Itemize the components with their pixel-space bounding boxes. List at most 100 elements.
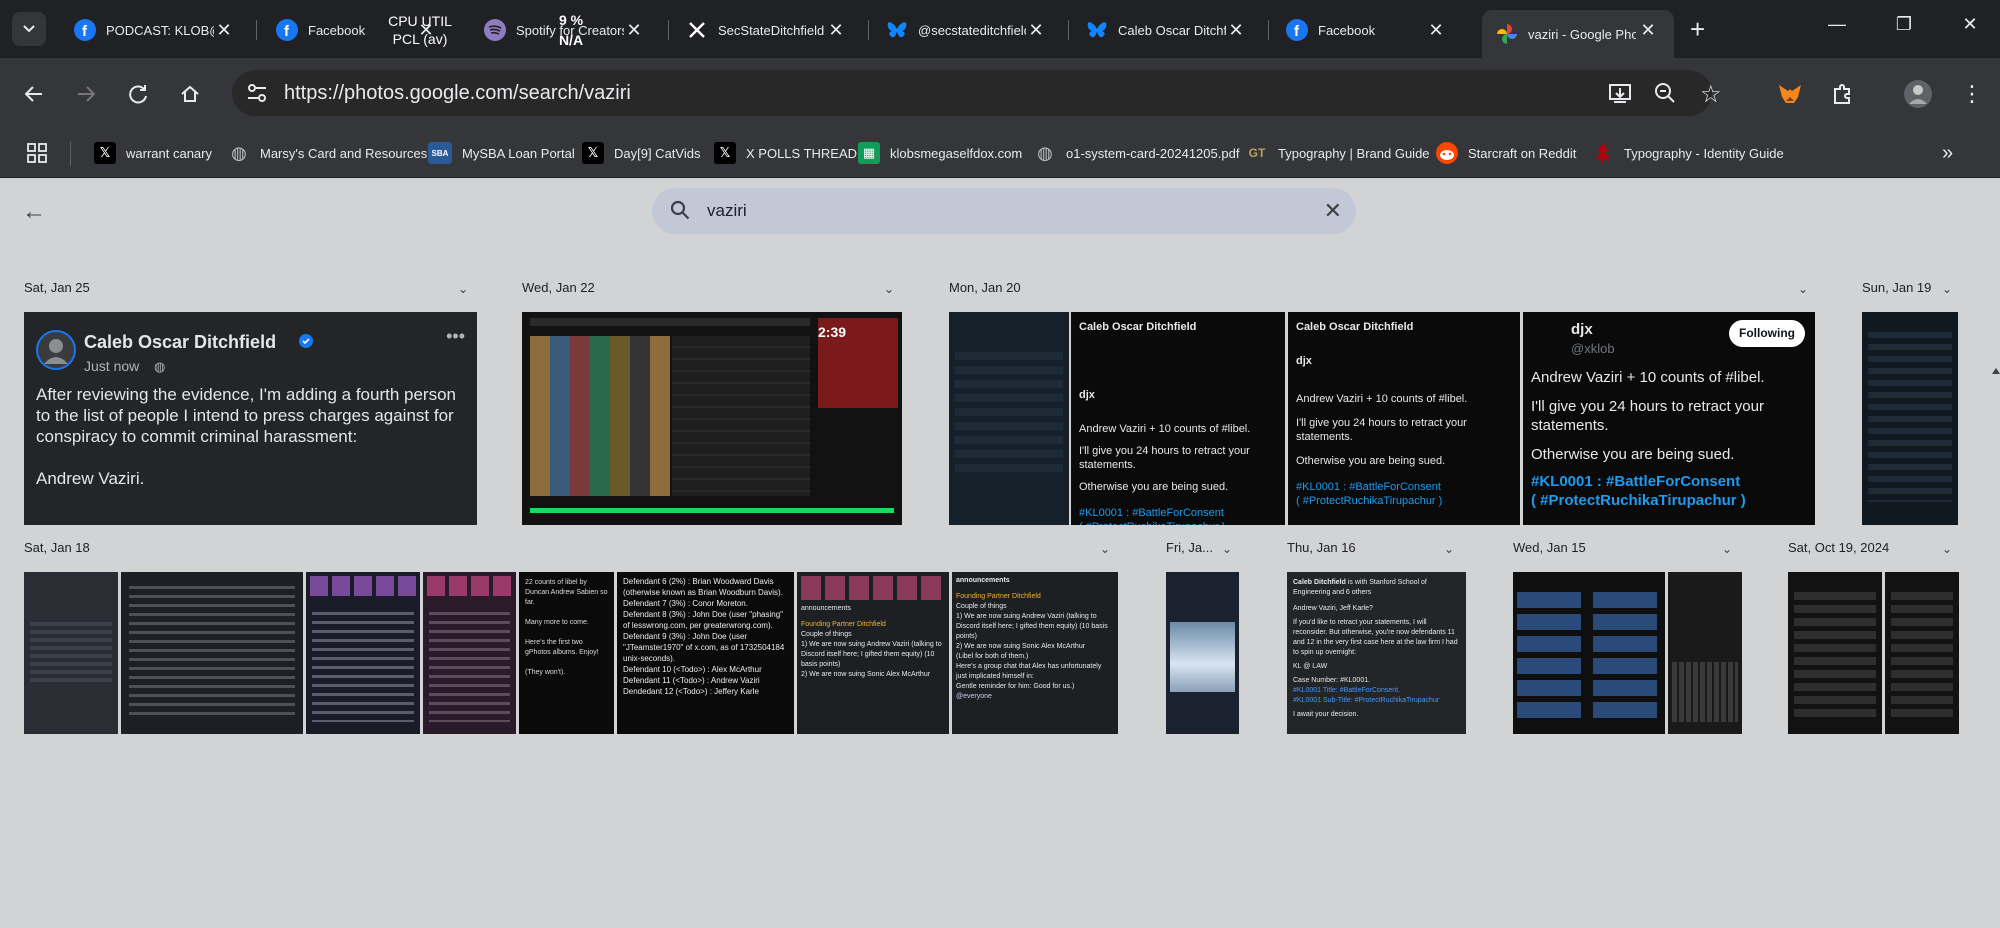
photo-phone-tweet[interactable]: [949, 312, 1069, 525]
photo-phone-screenshot[interactable]: [1862, 312, 1958, 525]
photo-libel-counts[interactable]: 22 counts of libel by Duncan Andrew Sabi…: [519, 572, 614, 734]
close-icon[interactable]: ✕: [824, 18, 848, 42]
tweet-line: I'll give you 24 hours to retract your s…: [1079, 445, 1250, 471]
photo-chat-log[interactable]: [121, 572, 303, 734]
close-icon[interactable]: ✕: [1424, 18, 1448, 42]
bookmark-typography-brand[interactable]: GT Typography | Brand Guide: [1246, 141, 1430, 165]
chevron-down-icon[interactable]: ⌄: [1222, 542, 1232, 556]
photo-facebook-defendants[interactable]: Caleb Ditchfield is with Stanford School…: [1287, 572, 1466, 734]
apps-grid-icon[interactable]: [26, 141, 48, 165]
tab-bluesky-caleb[interactable]: Caleb Oscar Ditchfield ✕: [1072, 10, 1262, 50]
google-sheets-icon: ▦: [858, 142, 880, 164]
close-icon[interactable]: ✕: [212, 18, 236, 42]
url-text: https://photos.google.com/search/vaziri: [284, 82, 631, 104]
following-button: Following: [1729, 320, 1805, 347]
zoom-icon[interactable]: [1654, 82, 1676, 109]
close-icon[interactable]: ✕: [1024, 18, 1048, 42]
chevron-down-icon[interactable]: ⌄: [1798, 282, 1808, 296]
photo-discord-purple[interactable]: [423, 572, 516, 734]
tab-title: PODCAST: KLOB@: [106, 22, 214, 38]
navigation-toolbar: https://photos.google.com/search/vaziri …: [0, 58, 2000, 128]
bookmark-day9[interactable]: 𝕏 Day[9] CatVids: [582, 141, 700, 165]
defendant-line: Defendant 10 (<Todo>) : Alex McArthur: [623, 665, 762, 674]
photo-discord-announce-2[interactable]: announcements Founding Partner Ditchfiel…: [952, 572, 1118, 734]
chevron-down-icon[interactable]: ⌄: [1444, 542, 1454, 556]
photo-screenshot-dim[interactable]: [24, 572, 118, 734]
bookmark-warrant-canary[interactable]: 𝕏warrant canary: [94, 141, 212, 165]
decor-lines: [312, 612, 414, 722]
x-logo-icon: 𝕏: [714, 142, 736, 164]
bluesky-butterfly-icon: [1086, 19, 1108, 41]
bookmark-typography-identity[interactable]: Typography - Identity Guide: [1592, 141, 1784, 165]
install-app-icon[interactable]: [1608, 82, 1632, 109]
tab-google-photos[interactable]: vaziri - Google Photos ✕: [1482, 10, 1674, 58]
photo-youtube-videos[interactable]: [1513, 572, 1665, 734]
restore-icon[interactable]: ❐: [1884, 14, 1924, 35]
chevron-down-icon[interactable]: ⌄: [1100, 542, 1110, 556]
photo-facebook-post[interactable]: Caleb Oscar Ditchfield ••• Just now ◍ Af…: [24, 312, 477, 525]
page-scrollbar[interactable]: [1990, 368, 2000, 928]
bookmark-o1-system-card[interactable]: ◍ o1-system-card-20241205.pdf: [1034, 141, 1239, 165]
chevron-double-right-icon[interactable]: »: [1942, 141, 1953, 165]
tab-podcast[interactable]: f PODCAST: KLOB@ ✕: [60, 10, 250, 50]
chevron-down-icon[interactable]: ⌄: [1942, 282, 1952, 296]
photo-discord-dark[interactable]: [306, 572, 420, 734]
tab-title: Caleb Oscar Ditchfield: [1118, 22, 1226, 38]
tweet-user: djx: [1296, 355, 1312, 367]
more-menu-icon[interactable]: ⋮: [1954, 76, 1990, 112]
tab-x-secstate[interactable]: SecStateDitchfield ✕: [672, 10, 862, 50]
photo-contacts-list[interactable]: [1788, 572, 1882, 734]
date-header: Sun, Jan 19: [1862, 280, 1932, 295]
photos-search-box[interactable]: vaziri ✕: [652, 188, 1356, 234]
post-body: After reviewing the evidence, I'm adding…: [36, 384, 466, 489]
photo-tweet-reply[interactable]: Caleb Oscar Ditchfield djx Andrew Vaziri…: [1071, 312, 1285, 525]
decor-lines: [1794, 592, 1876, 722]
photo-defendant-list[interactable]: Defendant 6 (2%) : Brian Woodward Davis …: [617, 572, 794, 734]
tab-facebook-2[interactable]: f Facebook ✕: [1272, 10, 1462, 50]
bookmark-marsys-card[interactable]: ◍ Marsy's Card and Resources: [228, 141, 427, 165]
close-icon[interactable]: ✕: [1224, 18, 1248, 42]
chevron-down-icon[interactable]: ⌄: [458, 282, 468, 296]
back-icon[interactable]: [16, 76, 52, 112]
photo-phone-keyboard[interactable]: [1668, 572, 1742, 734]
close-icon[interactable]: ✕: [622, 18, 646, 42]
profile-avatar[interactable]: [1900, 76, 1936, 112]
clear-search-icon[interactable]: ✕: [1324, 198, 1342, 224]
reload-icon[interactable]: [120, 76, 156, 112]
extensions-puzzle-icon[interactable]: [1824, 76, 1860, 112]
chevron-down-icon[interactable]: ⌄: [1722, 542, 1732, 556]
photo-discord-announce[interactable]: announcements Founding Partner Ditchfiel…: [797, 572, 949, 734]
close-icon[interactable]: ✕: [1636, 18, 1660, 42]
photo-contacts-list-2[interactable]: [1885, 572, 1959, 734]
chevron-down-icon[interactable]: ⌄: [884, 282, 894, 296]
tab-bluesky-handle[interactable]: @secstateditchfield ✕: [872, 10, 1062, 50]
metamask-fox-icon[interactable]: [1772, 76, 1808, 112]
photo-tweet-large[interactable]: djx @xklob Following Andrew Vaziri + 10 …: [1523, 312, 1815, 525]
site-settings-icon[interactable]: [246, 82, 268, 109]
defendant-line: Defendant 9 (3%) : John Doe (user "JTeam…: [623, 632, 785, 663]
facebook-icon: f: [1286, 19, 1308, 41]
bookmark-starcraft-reddit[interactable]: Starcraft on Reddit: [1436, 141, 1576, 165]
minimize-icon[interactable]: —: [1817, 14, 1857, 35]
bookmark-star-icon[interactable]: ☆: [1700, 80, 1722, 109]
bookmark-mysba[interactable]: SBA MySBA Loan Portal: [428, 141, 575, 165]
tab-separator: [868, 20, 869, 40]
globe-icon: ◍: [1037, 142, 1053, 163]
bookmark-klobsmegaselfdox[interactable]: ▦ klobsmegaselfdox.com: [858, 141, 1022, 165]
window-close-icon[interactable]: ✕: [1950, 14, 1990, 35]
bookmark-divider: [70, 142, 71, 166]
defendant-line: Defendant 8 (3%) : John Doe (user "phasi…: [623, 610, 783, 630]
back-arrow-icon[interactable]: ←: [22, 198, 46, 226]
chevron-down-icon[interactable]: ⌄: [1942, 542, 1952, 556]
home-icon[interactable]: [172, 76, 208, 112]
photo-phone-image[interactable]: [1166, 572, 1239, 734]
avatar-row: [427, 576, 512, 596]
new-tab-plus-icon[interactable]: +: [1690, 14, 1705, 45]
photo-spotify-screenshot[interactable]: 2:39: [522, 312, 902, 525]
address-bar[interactable]: https://photos.google.com/search/vaziri …: [232, 70, 1722, 116]
tab-search-button[interactable]: [12, 12, 46, 46]
bookmark-x-polls[interactable]: 𝕏 X POLLS THREAD: [714, 141, 857, 165]
forward-icon[interactable]: [68, 76, 104, 112]
scroll-up-arrow[interactable]: [1992, 368, 2000, 374]
photo-tweet-reply-2[interactable]: Caleb Oscar Ditchfield djx Andrew Vaziri…: [1288, 312, 1520, 525]
